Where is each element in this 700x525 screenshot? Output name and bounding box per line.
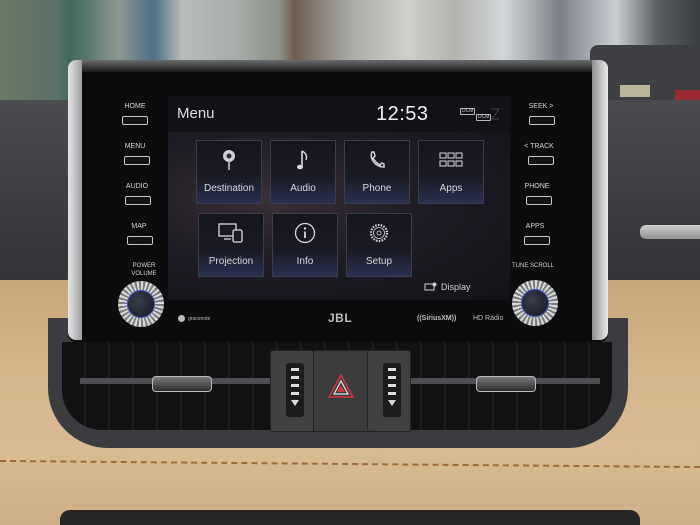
tile-label: Info <box>296 256 314 267</box>
phone-icon <box>370 151 385 168</box>
vent-adjuster-right[interactable] <box>476 376 536 392</box>
seat-heater-left-switch[interactable] <box>270 350 314 432</box>
map-label: MAP <box>131 223 147 230</box>
grid-icon <box>439 152 463 167</box>
dcm-icon: DCM <box>460 108 476 115</box>
gracenote-text: gracenote <box>188 315 211 322</box>
screen-header <box>168 96 510 132</box>
dashboard-trim <box>640 225 700 239</box>
audio-button[interactable] <box>125 196 151 205</box>
clock: 12:53 <box>376 103 429 125</box>
phone-hw-button[interactable] <box>526 196 552 205</box>
head-unit-bezel-left <box>68 60 82 340</box>
gracenote-logo: gracenote <box>178 315 210 322</box>
phone-hw-label: PHONE <box>524 183 550 190</box>
track-button[interactable] <box>528 156 554 165</box>
tile-phone[interactable]: Phone <box>344 140 410 204</box>
gracenote-icon <box>178 315 185 322</box>
hd-radio-logo: HD Radio <box>473 315 504 322</box>
seek-button[interactable] <box>529 116 555 125</box>
info-icon <box>294 222 316 244</box>
tile-label: Apps <box>439 183 463 194</box>
tile-audio[interactable]: Audio <box>270 140 336 204</box>
tile-label: Setup <box>365 256 393 267</box>
apps-hw-label: APPS <box>525 223 545 230</box>
gear-icon <box>369 223 389 243</box>
display-button[interactable]: Display <box>424 282 471 292</box>
home-button[interactable] <box>122 116 148 125</box>
display-label: Display <box>441 282 471 292</box>
page-title: Menu <box>177 105 215 122</box>
tile-label: Phone <box>362 183 392 194</box>
audio-label: AUDIO <box>125 183 149 190</box>
tune-scroll-knob[interactable] <box>512 280 558 326</box>
tile-setup[interactable]: Setup <box>346 213 412 277</box>
projection-icon <box>218 223 243 243</box>
touchscreen: Menu 12:53 DCM DCM Destination Audio Pho… <box>168 96 510 300</box>
seat-heater-level-icon <box>286 363 304 417</box>
tile-info[interactable]: Info <box>272 213 338 277</box>
music-note-icon <box>297 150 308 170</box>
tile-label: Destination <box>203 183 255 194</box>
tile-projection[interactable]: Projection <box>198 213 264 277</box>
menu-label: MENU <box>124 143 146 150</box>
head-unit-top-edge <box>82 60 592 72</box>
apps-hw-button[interactable] <box>524 236 550 245</box>
head-unit-bezel-right <box>592 60 608 340</box>
tile-destination[interactable]: Destination <box>196 140 262 204</box>
tile-label: Projection <box>208 256 254 267</box>
vent-adjuster-left[interactable] <box>152 376 212 392</box>
no-signal-icon <box>491 108 500 120</box>
hazard-icon <box>328 373 354 398</box>
seat-heater-right-switch[interactable] <box>367 350 411 432</box>
home-label: HOME <box>124 103 146 110</box>
tile-label: Audio <box>290 183 316 194</box>
map-pin-icon <box>223 150 235 170</box>
hazard-button[interactable] <box>313 350 369 432</box>
jbl-logo: JBL <box>328 311 353 325</box>
power-volume-knob[interactable] <box>118 281 164 327</box>
tile-apps[interactable]: Apps <box>418 140 484 204</box>
map-button[interactable] <box>127 236 153 245</box>
track-label: < TRACK <box>524 143 554 150</box>
display-icon <box>424 282 437 291</box>
seat-heater-level-icon <box>383 363 401 417</box>
tune-scroll-label: TUNE SCROLL <box>511 263 554 269</box>
siriusxm-logo: ((SiriusXM)) <box>417 315 457 322</box>
menu-button[interactable] <box>124 156 150 165</box>
power-volume-label: POWER VOLUME <box>131 263 157 277</box>
seek-label: SEEK > <box>528 103 554 110</box>
lower-console <box>60 510 640 525</box>
